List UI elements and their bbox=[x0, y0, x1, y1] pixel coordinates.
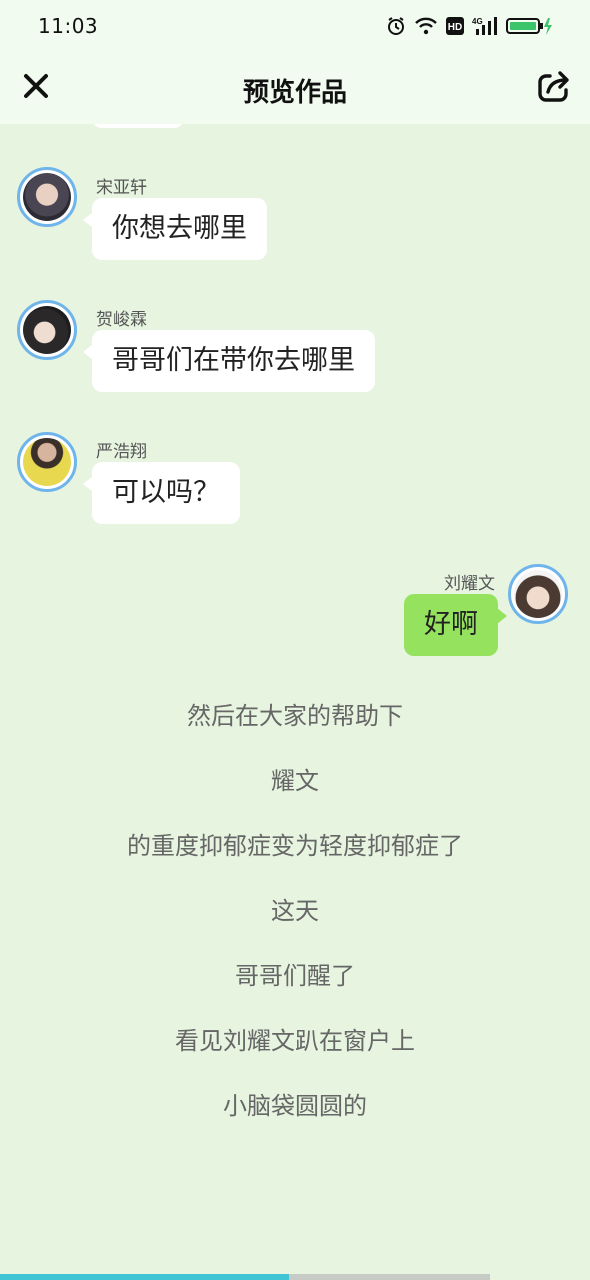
sender-name: 严浩翔 bbox=[96, 442, 147, 462]
message-bubble[interactable]: 哥哥们在带你去哪里 bbox=[83, 330, 375, 392]
avatar-he-junlin[interactable] bbox=[17, 300, 77, 360]
sender-name: 宋亚轩 bbox=[96, 178, 147, 198]
narration-text: 然后在大家的帮助下 bbox=[187, 702, 403, 730]
progress-track bbox=[289, 1274, 490, 1280]
narration-text: 这天 bbox=[271, 897, 319, 925]
top-bar: 预览作品 bbox=[0, 52, 590, 124]
message-bubble[interactable]: 你想去哪里 bbox=[83, 198, 267, 260]
progress-fill bbox=[0, 1274, 289, 1280]
avatar-song-yaxuan[interactable] bbox=[17, 167, 77, 227]
narration-text: 哥哥们醒了 bbox=[235, 962, 355, 990]
avatar-yan-haoxiang[interactable] bbox=[17, 432, 77, 492]
page-title: 预览作品 bbox=[242, 78, 347, 108]
chat-area[interactable]: 宋亚轩 你想去哪里 贺峻霖 哥哥们在带你去哪里 严浩翔 可以吗？ 刘耀文 好啊 … bbox=[0, 124, 590, 1274]
narration-text: 的重度抑郁症变为轻度抑郁症了 bbox=[127, 832, 463, 860]
share-icon[interactable] bbox=[536, 68, 572, 104]
sender-name: 贺峻霖 bbox=[96, 310, 147, 330]
battery-icon bbox=[506, 18, 552, 35]
wifi-icon bbox=[415, 17, 437, 35]
narration-text: 小脑袋圆圆的 bbox=[223, 1092, 367, 1120]
sender-name: 刘耀文 bbox=[444, 574, 495, 594]
signal-4g-icon: 4G bbox=[472, 17, 497, 35]
message-bubble[interactable]: 可以吗？ bbox=[83, 462, 240, 524]
avatar-liu-yaowen[interactable] bbox=[508, 564, 568, 624]
alarm-icon bbox=[388, 17, 404, 35]
narration-text: 看见刘耀文趴在窗户上 bbox=[175, 1027, 415, 1055]
svg-text:HD: HD bbox=[448, 22, 462, 33]
svg-text:4G: 4G bbox=[472, 17, 483, 26]
hd-icon: HD bbox=[446, 17, 464, 35]
message-bubble-self[interactable]: 好啊 bbox=[404, 594, 507, 656]
status-bar: 11:03 HD 4G bbox=[0, 0, 590, 52]
status-icons: HD 4G bbox=[386, 14, 554, 38]
reading-progress-bar bbox=[0, 1274, 590, 1280]
narration-text: 耀文 bbox=[271, 767, 319, 795]
message-bubble-partial bbox=[92, 124, 184, 128]
status-time: 11:03 bbox=[38, 14, 99, 38]
